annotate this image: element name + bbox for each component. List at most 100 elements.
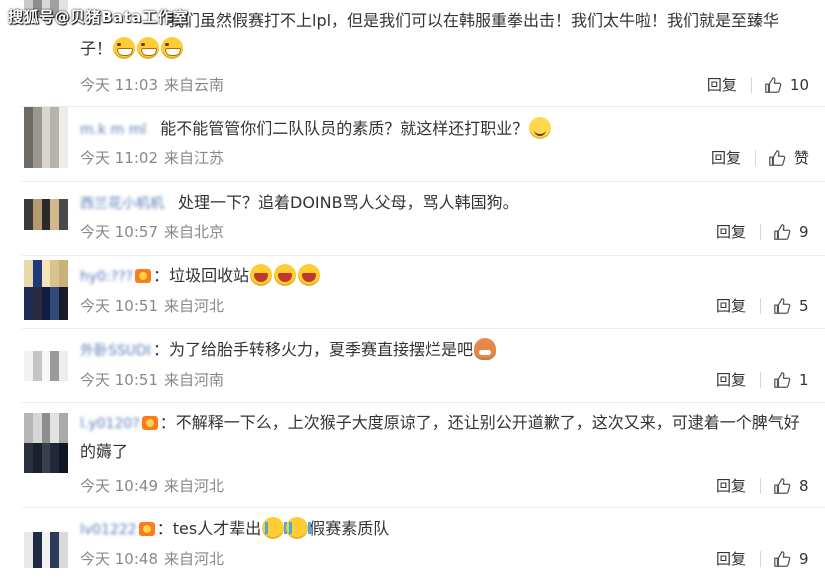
comment-content: 为了给胎手转移火力，夏季赛直接摆烂是吧	[168, 340, 473, 359]
like-count: 赞	[793, 149, 809, 167]
comment-location: 来自北京	[164, 223, 225, 241]
comment-time: 今天 10:51	[80, 297, 158, 315]
reply-button[interactable]: 回复	[716, 370, 746, 390]
comment-text: l.y0120? ：不解释一下么，上次猴子大度原谅了，还让别公开道歉了，这次又来，…	[80, 409, 810, 466]
divider	[760, 298, 761, 314]
reply-button[interactable]: 回复	[716, 222, 746, 242]
avatar[interactable]	[24, 532, 68, 568]
comment-text: hy0:??? ：垃圾回收站	[80, 262, 810, 291]
like-count: 5	[799, 297, 809, 315]
laugh-emoji-icon	[274, 263, 297, 286]
divider	[750, 77, 752, 93]
comment-location: 来自云南	[164, 76, 225, 94]
like-count: 9	[799, 550, 809, 568]
comment-time: 今天 10:57	[80, 223, 158, 241]
comment-location: 来自河南	[164, 371, 225, 389]
avatar[interactable]	[24, 260, 68, 320]
comment-actions: 回复 5	[716, 296, 809, 316]
comment-location: 来自河北	[164, 550, 225, 568]
avatar[interactable]	[24, 413, 68, 473]
reply-button[interactable]: 回复	[711, 148, 741, 168]
laugh-emoji-icon	[298, 263, 321, 286]
reply-button[interactable]: 回复	[716, 549, 746, 569]
comment-meta: 今天 11:02 来自江苏	[80, 148, 224, 168]
comment-meta: 今天 10:48 来自河北	[80, 549, 224, 569]
comment-content: 能不能管管你们二队队员的素质？就这样还打职业？	[160, 119, 529, 138]
avatar[interactable]	[24, 199, 68, 230]
thumbs-up-icon	[774, 551, 791, 567]
like-button[interactable]: 9	[773, 222, 809, 242]
comment-item: lv01222 ：tes人才辈出 假赛素质队 今天 10:48 来自河北 回复 9	[0, 508, 825, 581]
watermark: 搜狐号@贝猪Bata工作室	[8, 8, 189, 26]
vip-badge-icon	[141, 415, 158, 430]
comment-meta: 今天 10:49 来自河北	[80, 476, 224, 496]
comment-text: 外卧SSUDI ：为了给胎手转移火力，夏季赛直接摆烂是吧	[80, 336, 810, 365]
avatar[interactable]	[24, 107, 68, 168]
cry-emoji-icon	[286, 516, 312, 539]
divider	[760, 224, 761, 240]
comment-actions: 回复 8	[716, 476, 809, 496]
comment-text: m.k m ml 能不能管管你们二队队员的素质？就这样还打职业？	[80, 115, 810, 144]
like-button[interactable]: 1	[773, 370, 809, 390]
like-button[interactable]: 10	[764, 75, 809, 95]
comment-text: 我们虽然假赛打不上lpl，但是我们可以在韩服重拳出击！我们太牛啦！我们就是至臻华…	[80, 7, 810, 63]
avatar[interactable]	[24, 351, 68, 381]
like-button[interactable]: 5	[773, 296, 809, 316]
comment-location: 来自江苏	[164, 149, 225, 167]
comment-item: 外卧SSUDI ：为了给胎手转移火力，夏季赛直接摆烂是吧 今天 10:51 来自河南…	[0, 329, 825, 403]
comment-content: tes人才辈出	[172, 519, 262, 538]
divider	[760, 551, 761, 567]
divider	[760, 478, 761, 494]
thumbs-up-icon	[769, 150, 786, 166]
comment-time: 今天 10:51	[80, 371, 158, 389]
comment-content: 不解释一下么，上次猴子大度原谅了，还让别公开道歉了，这次又来，可逮着一个脾气好的…	[80, 413, 800, 461]
comment-content: 垃圾回收站	[169, 266, 250, 285]
comment-text: 西兰花小机机 处理一下？追着DOINB骂人父母，骂人韩国狗。	[80, 189, 810, 218]
comment-time: 今天 10:49	[80, 477, 158, 495]
like-count: 9	[799, 223, 809, 241]
reply-button[interactable]: 回复	[716, 476, 746, 496]
comment-item: 西兰花小机机 处理一下？追着DOINB骂人父母，骂人韩国狗。 今天 10:57 来自…	[0, 182, 825, 256]
comment-actions: 回复 9	[716, 549, 809, 569]
comment-actions: 回复 赞	[711, 148, 809, 168]
laugh-emoji-icon	[250, 263, 273, 286]
like-count: 10	[789, 76, 809, 94]
username[interactable]: 西兰花小机机	[80, 190, 164, 218]
like-button[interactable]: 9	[773, 549, 809, 569]
username[interactable]: hy0:???	[80, 263, 133, 291]
thumbs-up-icon	[774, 298, 791, 314]
vip-badge-icon	[138, 521, 155, 536]
comment-meta: 今天 11:03 来自云南	[80, 75, 224, 95]
comment-item: hy0:??? ：垃圾回收站 今天 10:51 来自河北 回复 5	[0, 256, 825, 329]
comment-text: lv01222 ：tes人才辈出 假赛素质队	[80, 515, 810, 544]
comment-time: 今天 11:02	[80, 149, 158, 167]
comment-meta: 今天 10:57 来自北京	[80, 222, 224, 242]
comment-item: m.k m ml 能不能管管你们二队队员的素质？就这样还打职业？ 今天 11:02…	[0, 107, 825, 182]
like-count: 8	[799, 477, 809, 495]
comment-meta: 今天 10:51 来自河南	[80, 370, 224, 390]
divider	[760, 372, 761, 388]
like-count: 1	[799, 371, 809, 389]
reply-button[interactable]: 回复	[716, 296, 746, 316]
comment-actions: 回复 1	[716, 370, 809, 390]
thumbs-up-icon	[765, 77, 782, 93]
comment-time: 今天 11:03	[80, 76, 158, 94]
username[interactable]: 外卧SSUDI	[80, 337, 151, 365]
sad-emoji-icon	[473, 337, 496, 360]
comment-item: l.y0120? ：不解释一下么，上次猴子大度原谅了，还让别公开道歉了，这次又来，…	[0, 403, 825, 508]
thumbs-up-icon	[774, 372, 791, 388]
comment-location: 来自河北	[164, 477, 225, 495]
comment-meta: 今天 10:51 来自河北	[80, 296, 224, 316]
username[interactable]: lv01222	[80, 516, 137, 544]
divider	[754, 150, 756, 166]
comment-actions: 回复 9	[716, 222, 809, 242]
comment-actions: 回复 10	[707, 75, 809, 95]
vip-badge-icon	[135, 268, 152, 283]
thumbs-up-icon	[774, 224, 791, 240]
like-button[interactable]: 8	[773, 476, 809, 496]
username[interactable]: m.k m ml	[80, 116, 146, 144]
username[interactable]: l.y0120?	[80, 410, 140, 438]
like-button[interactable]: 赞	[768, 148, 809, 168]
reply-button[interactable]: 回复	[707, 75, 737, 95]
smile-emoji-icon	[529, 116, 552, 139]
